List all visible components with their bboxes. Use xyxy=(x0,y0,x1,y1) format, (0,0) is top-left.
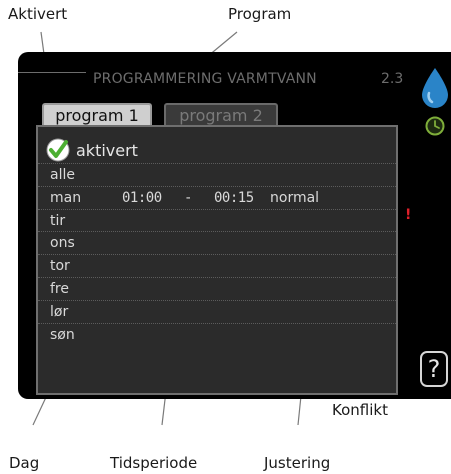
end-time[interactable]: 00:15 xyxy=(214,190,254,206)
day-row-ons[interactable]: ons xyxy=(38,231,396,254)
screen-title: PROGRAMMERING VARMTVANN xyxy=(93,71,317,87)
day-list: alle man 01:00 - 00:15 normal tir ons to… xyxy=(38,163,396,345)
menu-number: 2.3 xyxy=(381,71,404,87)
adjustment-mode[interactable]: normal xyxy=(270,190,319,206)
day-row-tor[interactable]: tor xyxy=(38,254,396,277)
day-label: lør xyxy=(50,303,69,320)
callout-dag: Dag xyxy=(9,454,40,472)
display-screen: PROGRAMMERING VARMTVANN 2.3 program 1 pr… xyxy=(18,52,451,399)
tab-program-1[interactable]: program 1 xyxy=(42,103,152,127)
conflict-indicator: ! xyxy=(405,207,412,223)
help-button[interactable]: ? xyxy=(420,351,448,387)
day-row-son[interactable]: søn xyxy=(38,322,396,346)
day-label: fre xyxy=(50,280,69,297)
activated-checkbox-row[interactable]: aktivert xyxy=(46,137,138,163)
callout-program: Program xyxy=(228,5,292,23)
day-label: søn xyxy=(50,326,75,343)
day-label: tor xyxy=(50,258,70,275)
day-row-lor[interactable]: lør xyxy=(38,299,396,323)
day-label: ons xyxy=(50,235,75,252)
day-label: tir xyxy=(50,212,66,229)
checkmark-icon[interactable] xyxy=(46,138,70,162)
day-row-fre[interactable]: fre xyxy=(38,276,396,300)
tab-program-2[interactable]: program 2 xyxy=(164,103,278,127)
day-row-tir[interactable]: tir xyxy=(38,208,396,232)
activated-label: aktivert xyxy=(76,140,138,160)
callout-tidsperiode: Tidsperiode xyxy=(110,454,198,472)
callout-aktivert: Aktivert xyxy=(8,5,68,23)
day-label: alle xyxy=(50,167,75,183)
clock-icon xyxy=(425,116,445,136)
program-panel: aktivert alle man 01:00 - 00:15 normal t… xyxy=(36,125,398,395)
time-separator: - xyxy=(184,189,192,206)
water-drop-icon xyxy=(422,68,448,108)
title-rule xyxy=(18,72,86,73)
start-time[interactable]: 01:00 xyxy=(122,190,162,206)
callout-konflikt: Konflikt xyxy=(332,401,388,419)
day-row-alle[interactable]: alle xyxy=(38,163,396,186)
callout-justering: Justering xyxy=(264,454,331,472)
day-row-man[interactable]: man 01:00 - 00:15 normal xyxy=(38,185,396,209)
day-label: man xyxy=(50,189,82,206)
